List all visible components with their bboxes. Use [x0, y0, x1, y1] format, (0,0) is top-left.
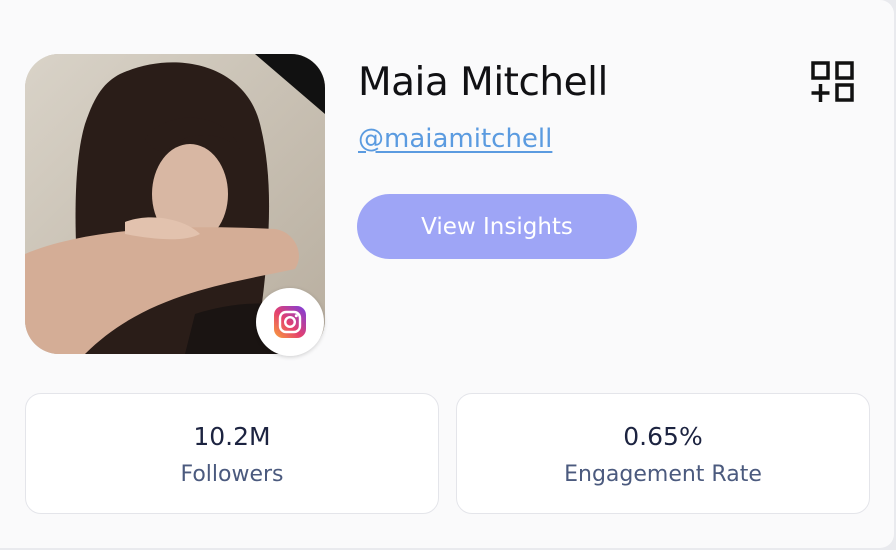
stat-value: 0.65% — [623, 422, 703, 451]
instagram-badge — [256, 288, 324, 356]
stat-label: Engagement Rate — [564, 462, 762, 487]
stat-label: Followers — [180, 462, 284, 487]
view-insights-button[interactable]: View Insights — [357, 194, 637, 259]
add-to-collection-icon[interactable] — [810, 60, 856, 104]
profile-handle-link[interactable]: @maiamitchell — [358, 124, 552, 154]
instagram-icon — [274, 306, 306, 338]
stat-engagement-rate: 0.65% Engagement Rate — [456, 393, 870, 514]
influencer-card: Maia Mitchell @maiamitchell View Insight… — [0, 0, 894, 548]
profile-name: Maia Mitchell — [358, 60, 608, 105]
stat-followers: 10.2M Followers — [25, 393, 439, 514]
stat-value: 10.2M — [193, 422, 271, 451]
